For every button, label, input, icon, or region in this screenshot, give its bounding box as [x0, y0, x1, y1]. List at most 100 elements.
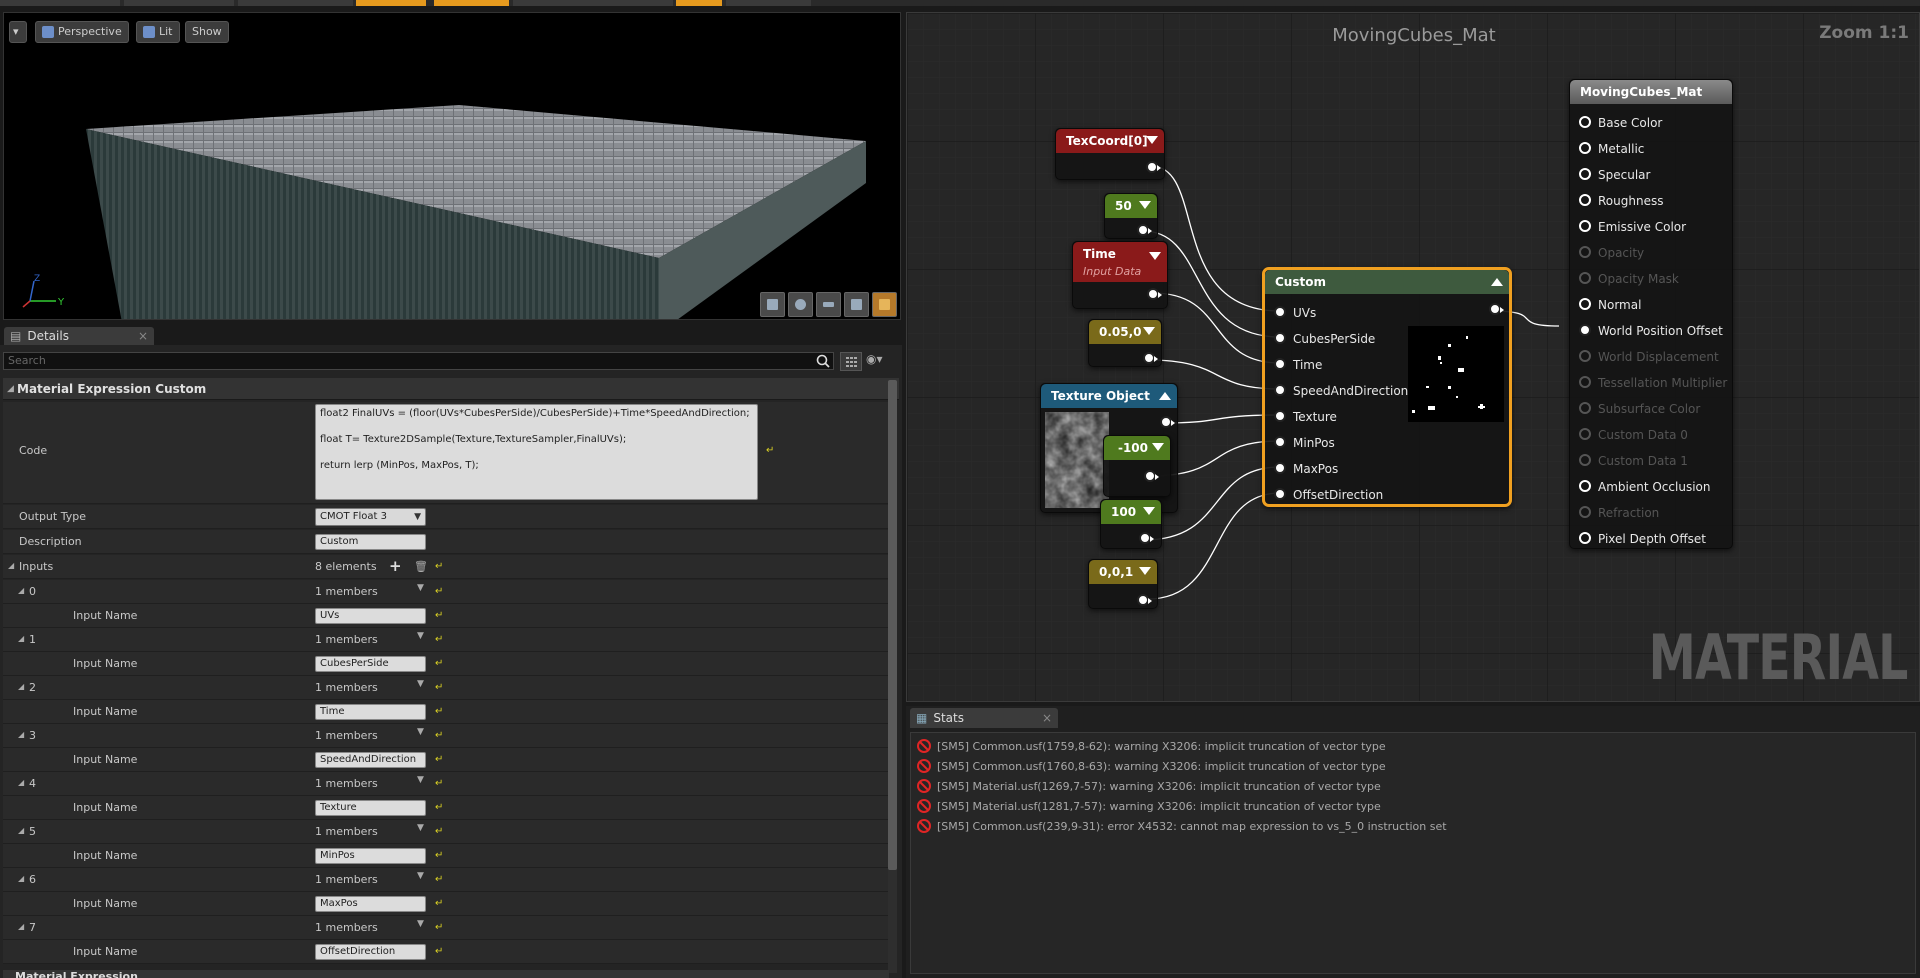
input-name-field[interactable]: Texture — [315, 800, 426, 816]
stats-tab[interactable]: ▦ Stats × — [910, 708, 1058, 728]
plane-preview-icon[interactable] — [816, 292, 841, 317]
constant-50-node[interactable]: 50 — [1104, 193, 1158, 239]
custom-node-header[interactable]: Custom — [1265, 270, 1509, 294]
stats-message[interactable]: [SM5] Common.usf(1759,8-62): warning X32… — [917, 737, 1386, 755]
input-pin[interactable] — [1274, 410, 1286, 422]
input-pin[interactable] — [1579, 298, 1591, 310]
reset-to-default-icon[interactable]: ↵ — [766, 446, 776, 456]
custom-input-pin-row[interactable]: MaxPos — [1265, 459, 1509, 481]
collapse-arrow-icon[interactable] — [1152, 443, 1164, 451]
input-pin[interactable] — [1579, 324, 1591, 336]
top-tab-highlighted[interactable] — [356, 0, 426, 6]
input-pin[interactable] — [1274, 306, 1286, 318]
reset-to-default-icon[interactable]: ↵ — [435, 803, 445, 813]
reset-to-default-icon[interactable]: ↵ — [435, 875, 445, 885]
result-input-pin-row[interactable]: Normal — [1570, 295, 1732, 317]
reset-to-default-icon[interactable]: ↵ — [435, 779, 445, 789]
output-pin[interactable] — [1160, 416, 1175, 428]
details-scrollbar-thumb[interactable] — [888, 380, 897, 870]
collapse-arrow-icon[interactable] — [1139, 567, 1151, 575]
reset-to-default-icon[interactable]: ↵ — [435, 827, 445, 837]
reset-to-default-icon[interactable]: ↵ — [435, 755, 445, 765]
top-tab[interactable] — [513, 0, 673, 6]
texture-object-header[interactable]: Texture Object — [1041, 384, 1177, 408]
input-pin[interactable] — [1579, 220, 1591, 232]
collapse-arrow-icon[interactable]: ◢ — [18, 586, 24, 595]
reset-to-default-icon[interactable]: ↵ — [435, 635, 445, 645]
input-pin[interactable] — [1274, 462, 1286, 474]
result-input-pin-row[interactable]: Base Color — [1570, 113, 1732, 135]
reset-to-default-icon[interactable]: ↵ — [435, 683, 445, 693]
input-pin[interactable] — [1579, 532, 1591, 544]
next-category-header[interactable]: Material Expression — [3, 970, 889, 978]
collapse-arrow-icon[interactable] — [1159, 392, 1171, 400]
collapse-arrow-icon[interactable]: ◢ — [18, 826, 24, 835]
vector-node-header[interactable]: 0,0,1 — [1089, 560, 1157, 584]
collapse-arrow-icon[interactable]: ◢ — [8, 561, 14, 570]
perspective-button[interactable]: Perspective — [35, 21, 129, 43]
output-pin[interactable] — [1137, 224, 1152, 236]
cube-preview-icon[interactable] — [844, 292, 869, 317]
input-pin[interactable] — [1579, 168, 1591, 180]
chevron-down-icon[interactable]: ▼ — [417, 871, 424, 881]
input-name-field[interactable]: MaxPos — [315, 896, 426, 912]
input-name-field[interactable]: MinPos — [315, 848, 426, 864]
preview-viewport[interactable]: ▾ Perspective Lit Show Y Z — [3, 12, 901, 320]
time-node[interactable]: Time Input Data — [1072, 241, 1168, 309]
reset-to-default-icon[interactable]: ↵ — [435, 899, 445, 909]
close-icon[interactable]: × — [1042, 711, 1052, 725]
collapse-arrow-icon[interactable]: ◢ — [18, 778, 24, 787]
input-pin[interactable] — [1274, 332, 1286, 344]
input-name-field[interactable]: OffsetDirection — [315, 944, 426, 960]
input-name-field[interactable]: UVs — [315, 608, 426, 624]
input-pin[interactable] — [1579, 480, 1591, 492]
collapse-arrow-icon[interactable] — [1139, 201, 1151, 209]
collapse-arrow-icon[interactable]: ◢ — [18, 922, 24, 931]
add-element-icon[interactable]: + — [389, 557, 402, 575]
output-pin[interactable] — [1146, 161, 1161, 173]
reset-to-default-icon[interactable]: ↵ — [435, 851, 445, 861]
top-tab[interactable] — [124, 0, 234, 6]
reset-to-default-icon[interactable]: ↵ — [435, 587, 445, 597]
reset-to-default-icon[interactable]: ↵ — [435, 611, 445, 621]
viewport-options-button[interactable]: ▾ — [9, 21, 27, 43]
details-tab[interactable]: ▤ Details × — [4, 327, 154, 345]
result-node-header[interactable]: MovingCubes_Mat — [1570, 80, 1732, 104]
custom-input-pin-row[interactable]: UVs — [1265, 303, 1509, 325]
input-pin[interactable] — [1274, 358, 1286, 370]
output-type-dropdown[interactable]: CMOT Float 3 ▼ — [315, 508, 426, 526]
top-tab-highlighted[interactable] — [434, 0, 509, 6]
collapse-arrow-icon[interactable] — [1143, 327, 1155, 335]
sphere-preview-icon[interactable] — [788, 292, 813, 317]
input-pin[interactable] — [1579, 142, 1591, 154]
constant-node-header[interactable]: 100 — [1101, 500, 1161, 524]
category-header[interactable]: ◢ Material Expression Custom — [3, 378, 899, 400]
description-field[interactable]: Custom — [315, 534, 426, 550]
chevron-down-icon[interactable]: ▼ — [417, 775, 424, 785]
chevron-down-icon[interactable]: ▼ — [417, 583, 424, 593]
collapse-arrow-icon[interactable] — [1491, 278, 1503, 286]
result-input-pin-row[interactable]: Emissive Color — [1570, 217, 1732, 239]
stats-message[interactable]: [SM5] Material.usf(1281,7-57): warning X… — [917, 797, 1381, 815]
show-button[interactable]: Show — [185, 21, 229, 43]
input-name-field[interactable]: SpeedAndDirection — [315, 752, 426, 768]
trash-icon[interactable]: 🗑 — [414, 560, 428, 573]
search-input[interactable]: Search — [3, 352, 834, 370]
reset-to-default-icon[interactable]: ↵ — [435, 947, 445, 957]
result-input-pin-row[interactable]: Pixel Depth Offset — [1570, 529, 1732, 551]
stats-message[interactable]: [SM5] Common.usf(1760,8-63): warning X32… — [917, 757, 1386, 775]
reset-to-default-icon[interactable]: ↵ — [435, 923, 445, 933]
constant-node-header[interactable]: 50 — [1105, 194, 1157, 218]
texcoord-node-header[interactable]: TexCoord[0] — [1056, 129, 1164, 153]
input-name-field[interactable]: Time — [315, 704, 426, 720]
vector-node-header[interactable]: 0.05,0 — [1089, 320, 1161, 344]
reset-to-default-icon[interactable]: ↵ — [435, 707, 445, 717]
collapse-arrow-icon[interactable]: ◢ — [18, 730, 24, 739]
output-pin[interactable] — [1144, 470, 1159, 482]
search-icon[interactable] — [815, 353, 831, 369]
code-textarea[interactable]: float2 FinalUVs = (floor(UVs*CubesPerSid… — [315, 404, 758, 500]
result-input-pin-row[interactable]: Ambient Occlusion — [1570, 477, 1732, 499]
top-tab[interactable] — [238, 0, 353, 6]
view-options-button[interactable]: ◉▾ — [866, 352, 898, 371]
chevron-down-icon[interactable]: ▼ — [417, 679, 424, 689]
